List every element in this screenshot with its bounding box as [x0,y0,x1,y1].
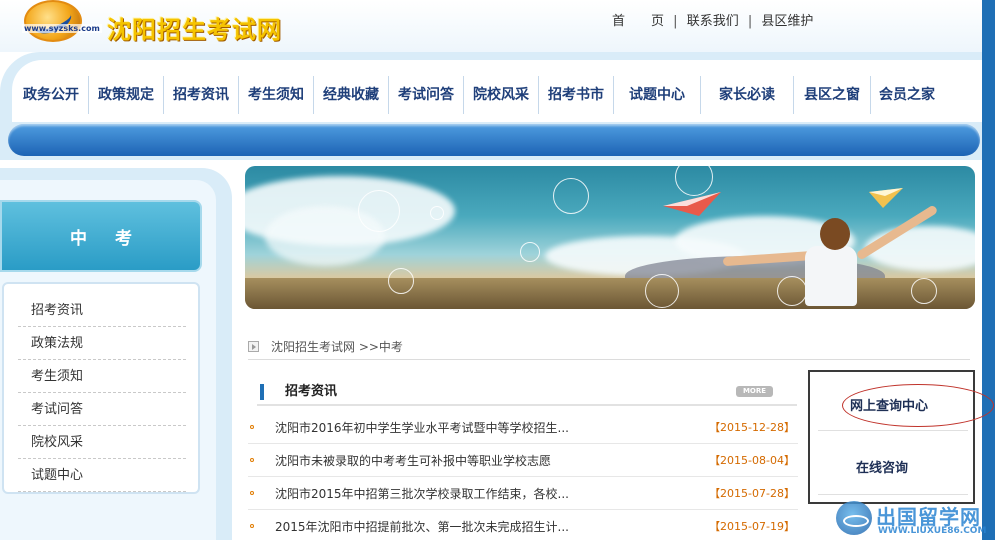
news-list: 沈阳市2016年初中学生学业水平考试暨中等学校招生... 【2015-12-28… [248,411,798,540]
sidebar-item-test-center[interactable]: 试题中心 [18,459,186,492]
breadcrumb-arrow-icon [248,341,259,352]
news-header: 招考资讯 MORE [257,374,797,406]
logo-swoosh-icon [29,3,75,39]
site-logo[interactable] [24,0,82,42]
banner-bubble [430,206,444,220]
nav-item-classics[interactable]: 经典收藏 [314,76,389,114]
news-item-date: 【2015-07-19】 [709,520,795,533]
breadcrumb-text[interactable]: 沈阳招生考试网 >>中考 [271,338,403,355]
main-nav: 政务公开 政策规定 招考资讯 考生须知 经典收藏 考试问答 院校风采 招考书市 … [14,76,943,114]
site-title[interactable]: 沈阳招生考试网 [107,10,282,45]
news-item-date: 【2015-12-28】 [709,421,795,434]
nav-item-members[interactable]: 会员之家 [871,76,943,114]
nav-item-qa[interactable]: 考试问答 [389,76,464,114]
nav-item-bookstore[interactable]: 招考书市 [539,76,614,114]
banner-bubble [520,242,540,262]
banner-bubble [358,190,400,232]
bullet-icon [250,425,254,429]
nav-item-policy[interactable]: 政策规定 [89,76,164,114]
news-item-title[interactable]: 2015年沈阳市中招提前批次、第一批次未完成招生计... [275,518,705,535]
top-link-contact[interactable]: 联系我们 [687,10,739,29]
nav-item-schools[interactable]: 院校风采 [464,76,539,114]
query-divider [818,494,968,495]
watermark: 出国留学网 WWW.LIUXUE86.COM [836,499,995,540]
right-edge-bar [982,0,995,540]
banner-bubble [553,178,589,214]
banner-cloud [865,226,975,271]
bullet-icon [250,491,254,495]
online-consult-link[interactable]: 在线咨询 [856,457,908,476]
news-item-title[interactable]: 沈阳市2016年初中学生学业水平考试暨中等学校招生... [275,419,705,436]
nav-item-county[interactable]: 县区之窗 [794,76,871,114]
watermark-logo-icon [836,501,872,535]
news-item-date: 【2015-07-28】 [709,487,795,500]
news-item-date: 【2015-08-04】 [709,454,795,467]
banner-bubble [777,276,807,306]
sidebar-item-qa[interactable]: 考试问答 [18,393,186,426]
sidebar-item-exam-news[interactable]: 招考资讯 [18,294,186,327]
nav-sub-bar [8,124,980,156]
banner-child-body [805,246,857,306]
banner-bubble [911,278,937,304]
news-title: 招考资讯 [285,384,338,399]
sidebar-section-title: 中考 [0,200,202,272]
news-item[interactable]: 2015年沈阳市中招提前批次、第一批次未完成招生计... 【2015-07-19… [248,510,798,540]
banner-ground [245,278,975,309]
nav-item-test-center[interactable]: 试题中心 [614,76,701,114]
bullet-icon [250,524,254,528]
top-links: 首 页 | 联系我们 | 县区维护 [612,10,813,29]
news-item-title[interactable]: 沈阳市未被录取的中考考生可补报中等职业学校志愿 [275,452,705,469]
query-divider [818,430,968,431]
paper-plane-icon [663,192,721,216]
breadcrumb: 沈阳招生考试网 >>中考 [248,334,970,360]
site-header: www.syzsks.com 沈阳招生考试网 首 页 | 联系我们 | 县区维护 [0,0,982,52]
sidebar-item-candidate-notes[interactable]: 考生须知 [18,360,186,393]
banner-bubble [388,268,414,294]
nav-item-candidate-notes[interactable]: 考生须知 [239,76,314,114]
nav-item-parents[interactable]: 家长必读 [701,76,794,114]
logo-url-text: www.syzsks.com [22,24,102,33]
news-item[interactable]: 沈阳市2016年初中学生学业水平考试暨中等学校招生... 【2015-12-28… [248,411,798,444]
banner-child-head [820,218,850,250]
paper-plane-icon [869,188,903,208]
news-item[interactable]: 沈阳市未被录取的中考考生可补报中等职业学校志愿 【2015-08-04】 [248,444,798,477]
annotation-ellipse [842,384,994,427]
top-link-county[interactable]: 县区维护 [761,10,813,29]
nav-item-exam-news[interactable]: 招考资讯 [164,76,239,114]
sidebar-menu: 招考资讯 政策法规 考生须知 考试问答 院校风采 试题中心 [2,282,200,494]
top-link-home[interactable]: 首 页 [612,10,664,29]
hero-banner [245,166,975,309]
top-link-separator: | [673,14,678,29]
sidebar-item-policy[interactable]: 政策法规 [18,327,186,360]
section-title-text: 中考 [70,228,160,249]
watermark-url: WWW.LIUXUE86.COM [878,526,987,536]
more-button[interactable]: MORE [736,386,773,397]
news-item-title[interactable]: 沈阳市2015年中招第三批次学校录取工作结束，各校... [275,485,705,502]
bullet-icon [250,458,254,462]
sidebar-item-schools[interactable]: 院校风采 [18,426,186,459]
news-header-bar [260,384,264,400]
nav-item-government[interactable]: 政务公开 [14,76,89,114]
top-link-separator: | [747,14,753,29]
banner-bubble [645,274,679,308]
news-item[interactable]: 沈阳市2015年中招第三批次学校录取工作结束，各校... 【2015-07-28… [248,477,798,510]
